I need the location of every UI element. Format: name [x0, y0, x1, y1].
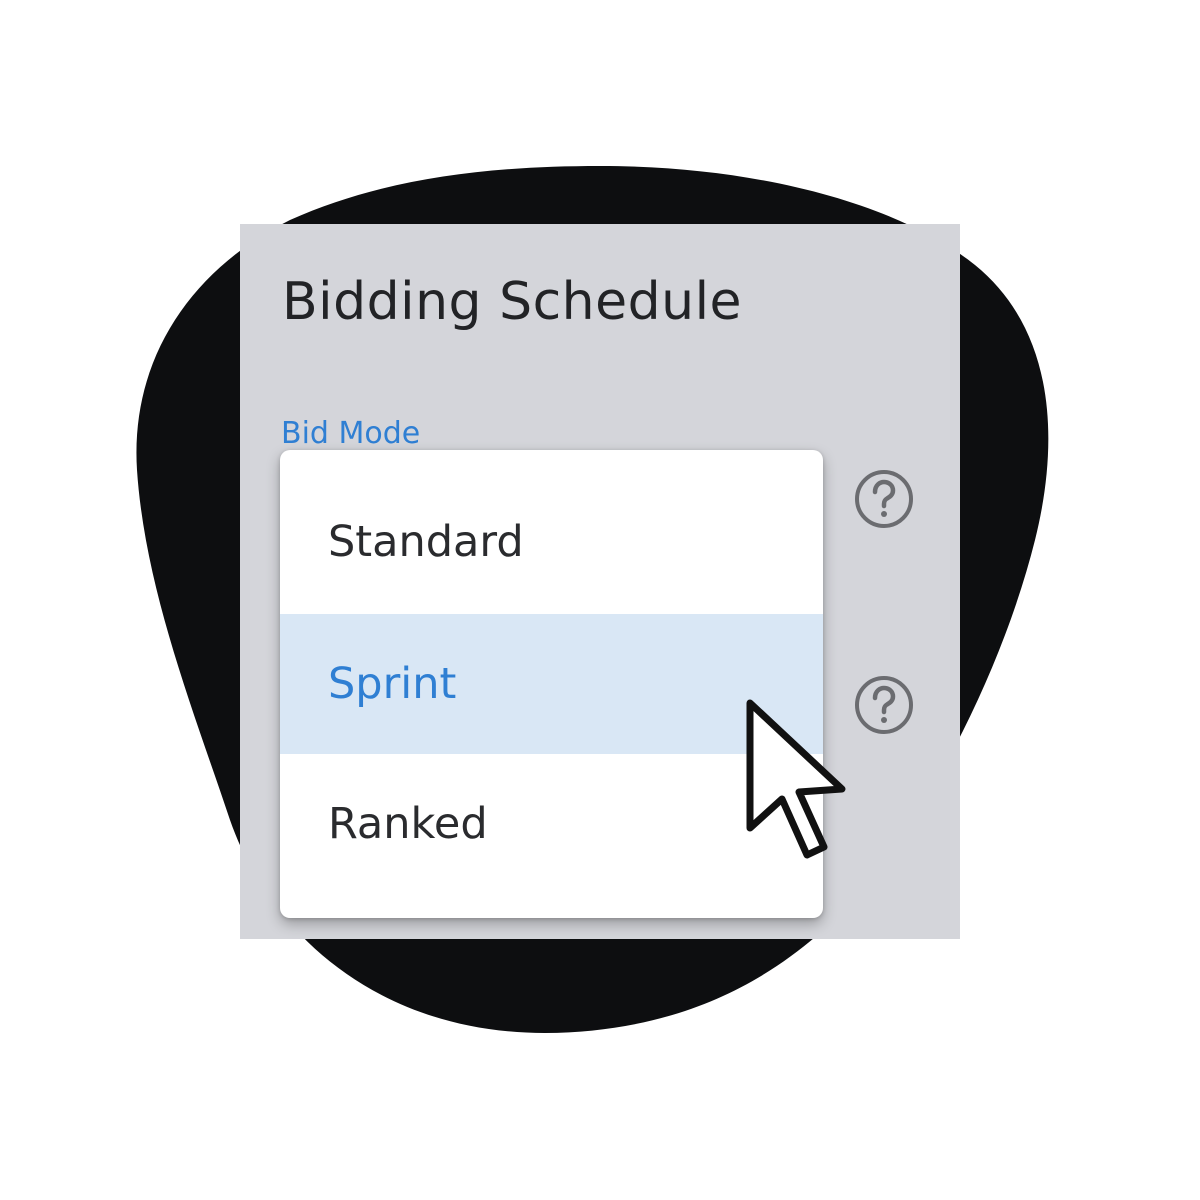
dropdown-option-standard[interactable]: Standard	[280, 472, 823, 612]
bid-mode-label: Bid Mode	[281, 416, 421, 451]
option-label: Ranked	[328, 799, 488, 849]
illustration-stage: Bidding Schedule Bid Mode Standard Sprin…	[0, 0, 1200, 1200]
panel-title: Bidding Schedule	[282, 272, 743, 332]
option-label: Standard	[328, 517, 524, 567]
help-circle-icon[interactable]	[854, 675, 914, 735]
option-label: Sprint	[328, 659, 457, 709]
mouse-pointer-icon	[746, 699, 846, 859]
help-circle-icon[interactable]	[854, 469, 914, 529]
